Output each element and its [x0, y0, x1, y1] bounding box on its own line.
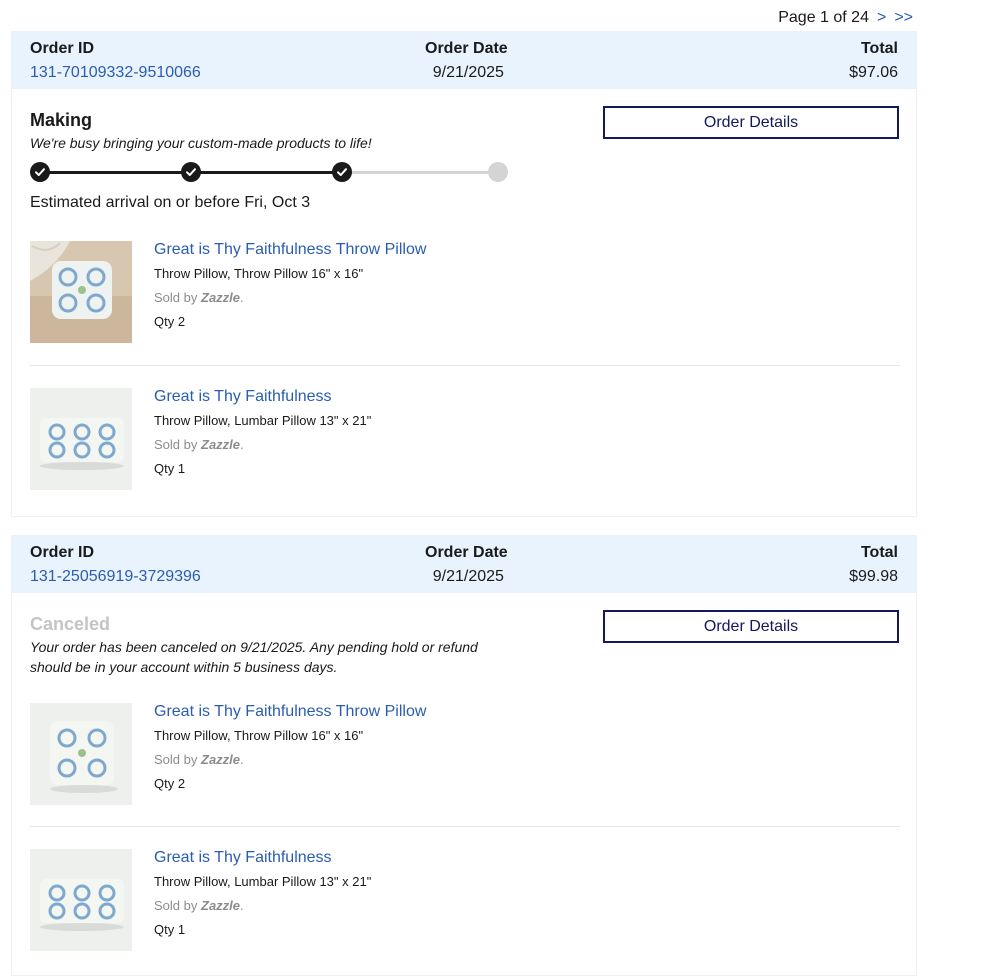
sold-by: Sold by Zazzle.: [154, 290, 244, 305]
product-thumbnail[interactable]: [30, 241, 132, 343]
estimated-arrival: Estimated arrival on or before Fri, Oct …: [30, 194, 311, 211]
pagination: Page 1 of 24 > >>: [778, 9, 913, 27]
item-quantity: Qty 2: [154, 314, 186, 329]
item-quantity: Qty 1: [154, 461, 186, 476]
order-date-value: 9/21/2025: [432, 64, 504, 81]
product-thumbnail[interactable]: [30, 388, 132, 490]
item-title-link[interactable]: Great is Thy Faithfulness Throw Pillow: [154, 241, 426, 259]
page-indicator: Page 1 of 24: [778, 9, 869, 26]
item-description: Throw Pillow, Throw Pillow 16" x 16": [154, 266, 364, 281]
order-total-value: $99.98: [849, 568, 898, 585]
progress-track-pending: [342, 171, 498, 174]
item-description: Throw Pillow, Throw Pillow 16" x 16": [154, 728, 364, 743]
product-thumbnail[interactable]: [30, 849, 132, 951]
item-info: Great is Thy Faithfulness Throw Pillow, …: [154, 388, 371, 476]
order-header: Order ID 131-25056919-3729396 Order Date…: [12, 535, 916, 593]
sold-by: Sold by Zazzle.: [154, 437, 244, 452]
progress-step-complete-icon: [332, 162, 352, 182]
order-card: Order ID 131-70109332-9510066 Order Date…: [11, 31, 917, 517]
order-id-link[interactable]: 131-70109332-9510066: [30, 64, 201, 82]
progress-step-pending-icon: [488, 162, 508, 182]
item-info: Great is Thy Faithfulness Throw Pillow T…: [154, 703, 426, 791]
order-id-label: Order ID: [30, 544, 95, 561]
order-details-button[interactable]: Order Details: [603, 106, 899, 139]
order-date-column: Order Date 9/21/2025: [425, 40, 508, 82]
order-card: Order ID 131-25056919-3729396 Order Date…: [11, 535, 917, 976]
item-description: Throw Pillow, Lumbar Pillow 13" x 21": [154, 874, 372, 889]
progress-step-complete-icon: [181, 162, 201, 182]
order-total-column: Total $99.98: [849, 544, 898, 586]
sold-by-label: Sold by: [154, 290, 198, 305]
item-title-link[interactable]: Great is Thy Faithfulness: [154, 849, 371, 867]
order-total-label: Total: [860, 544, 898, 561]
item-title-link[interactable]: Great is Thy Faithfulness Throw Pillow: [154, 703, 426, 721]
order-id-link[interactable]: 131-25056919-3729396: [30, 568, 201, 586]
seller-brand: Zazzle: [201, 752, 241, 767]
sold-by: Sold by Zazzle.: [154, 752, 244, 767]
order-progress-tracker: [30, 162, 510, 182]
status-message: We're busy bringing your custom-made pro…: [30, 135, 372, 151]
last-page-link[interactable]: >>: [894, 9, 913, 27]
order-date-value: 9/21/2025: [432, 568, 504, 585]
order-id-column: Order ID 131-25056919-3729396: [30, 544, 201, 586]
item-info: Great is Thy Faithfulness Throw Pillow T…: [154, 241, 426, 329]
order-details-button[interactable]: Order Details: [603, 610, 899, 643]
item-title-link[interactable]: Great is Thy Faithfulness: [154, 388, 371, 406]
sold-by-label: Sold by: [154, 437, 198, 452]
item-divider: [30, 365, 900, 366]
order-total-column: Total $97.06: [849, 40, 898, 82]
progress-step-complete-icon: [30, 162, 50, 182]
order-header: Order ID 131-70109332-9510066 Order Date…: [12, 31, 916, 89]
status-message: Your order has been canceled on 9/21/202…: [30, 639, 478, 675]
order-total-label: Total: [860, 40, 898, 57]
sold-by: Sold by Zazzle.: [154, 898, 244, 913]
order-id-label: Order ID: [30, 40, 95, 57]
order-date-label: Order Date: [425, 40, 508, 57]
order-id-column: Order ID 131-70109332-9510066: [30, 40, 201, 82]
product-thumbnail[interactable]: [30, 703, 132, 805]
item-divider: [30, 826, 900, 827]
order-total-value: $97.06: [849, 64, 898, 81]
seller-brand: Zazzle: [201, 290, 241, 305]
seller-brand: Zazzle: [201, 437, 241, 452]
item-quantity: Qty 2: [154, 776, 186, 791]
seller-brand: Zazzle: [201, 898, 241, 913]
order-date-column: Order Date 9/21/2025: [425, 544, 508, 586]
item-description: Throw Pillow, Lumbar Pillow 13" x 21": [154, 413, 372, 428]
order-date-label: Order Date: [425, 544, 508, 561]
order-status: Canceled: [30, 614, 111, 634]
sold-by-label: Sold by: [154, 752, 198, 767]
item-info: Great is Thy Faithfulness Throw Pillow, …: [154, 849, 371, 937]
next-page-link[interactable]: >: [877, 9, 886, 27]
item-quantity: Qty 1: [154, 922, 186, 937]
sold-by-label: Sold by: [154, 898, 198, 913]
order-status: Making: [30, 110, 93, 130]
